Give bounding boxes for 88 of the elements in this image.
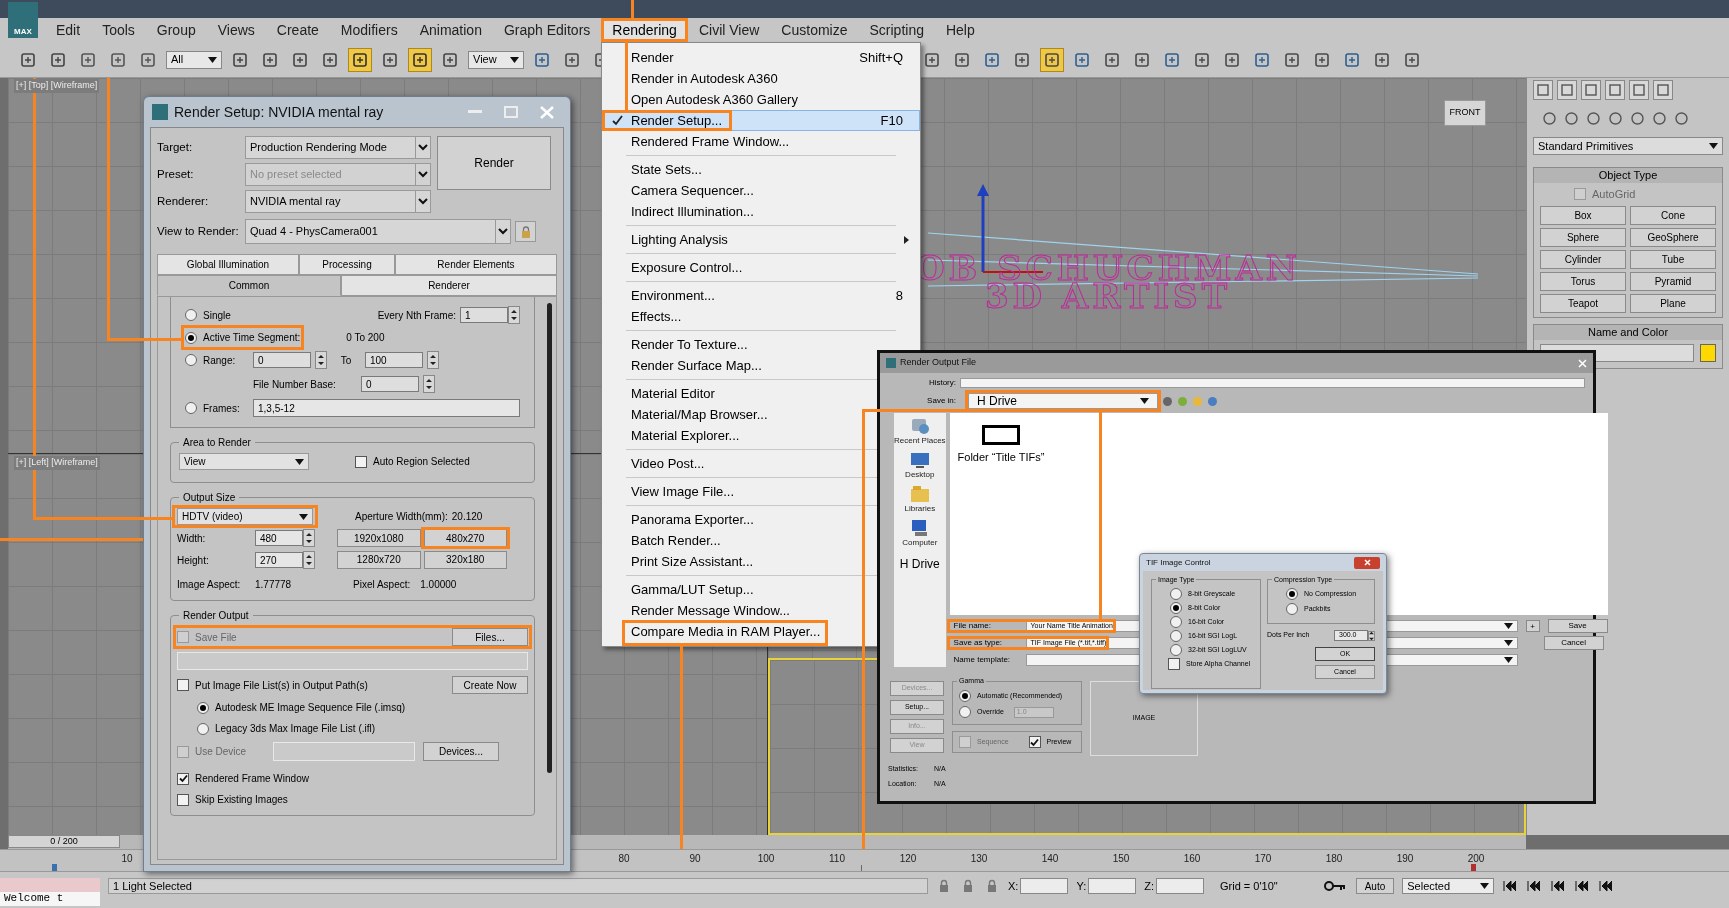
menu-item-label: Render: [631, 51, 674, 64]
value-text: 1.00000: [420, 578, 457, 592]
menu-item-label: Effects...: [631, 310, 682, 323]
menu-item-label: Rendered Frame Window...: [631, 135, 790, 148]
menu-item-label: Gamma/LUT Setup...: [631, 583, 754, 596]
coordinate-label: Y:: [1076, 879, 1087, 894]
checkbox-label: Save File: [195, 630, 237, 645]
coordinate-label: Z:: [1144, 879, 1154, 894]
ruler-label: 190: [1395, 852, 1415, 866]
menu-item-label: Material/Map Browser...: [631, 408, 768, 421]
place-label: Recent Places: [894, 435, 946, 447]
radio-label: Legacy 3ds Max Image File List (.ifl): [215, 722, 376, 736]
window-title: TIF Image Control: [1146, 556, 1212, 569]
ruler-label: 100: [756, 852, 776, 866]
menu-item-label: State Sets...: [631, 163, 702, 176]
value-text: 20.120: [451, 510, 483, 524]
menu-item-label: Render To Texture...: [631, 338, 748, 351]
ruler-label: 120: [898, 852, 918, 866]
radio-label: Frames:: [203, 401, 240, 416]
ruler-label: 180: [1324, 852, 1344, 866]
ruler-label: 80: [617, 852, 631, 866]
field-label: Save as type:: [952, 637, 1004, 649]
ruler-label: 90: [688, 852, 702, 866]
menu-item-label: Exposure Control...: [631, 261, 743, 274]
menu-item-label: View Image File...: [631, 485, 735, 498]
menu-item-label: Compare Media in RAM Player...: [631, 625, 821, 638]
value-text: 1.77778: [255, 578, 293, 592]
place-label: Libraries: [904, 503, 936, 515]
shortcut-text: Shift+Q: [859, 48, 903, 67]
ruler-label: 140: [1040, 852, 1060, 866]
checkbox-label: Put Image File List(s) in Output Path(s): [195, 678, 368, 693]
field-label: Preset:: [157, 166, 195, 182]
ruler-label: 150: [1111, 852, 1131, 866]
ruler-label: 130: [969, 852, 989, 866]
place-label: Desktop: [905, 469, 935, 481]
checkbox-label: Rendered Frame Window: [195, 772, 309, 786]
checkbox-label: Skip Existing Images: [195, 793, 288, 807]
shortcut-text: F10: [880, 111, 903, 130]
menu-item-label: Render Setup...: [631, 114, 723, 127]
menu-item-label: Panorama Exporter...: [631, 513, 754, 526]
checkbox-label: AutoGrid: [1592, 187, 1636, 202]
field-label: View to Render:: [157, 223, 240, 239]
group-title: Output Size: [179, 490, 240, 506]
checkbox-label: Auto Region Selected: [373, 455, 470, 469]
field-label: Width:: [177, 531, 207, 546]
window-title: Render Output File: [900, 356, 978, 370]
field-label: Save in:: [926, 395, 956, 407]
grid-size-text: Grid = 0'10": [1219, 879, 1279, 894]
menu-item-label: Render in Autodesk A360: [631, 72, 778, 85]
field-label: Target:: [157, 139, 194, 155]
field-label: File Number Base:: [253, 377, 337, 392]
radio-label: Single: [203, 308, 231, 323]
menu-item-label: Lighting Analysis: [631, 233, 728, 246]
field-label: Image Aspect:: [177, 578, 242, 592]
field-label: File name:: [952, 620, 992, 632]
time-range-text: 0 To 200: [346, 331, 385, 345]
menu-item-label: Camera Sequencer...: [631, 184, 754, 197]
ruler-label: 170: [1253, 852, 1273, 866]
menu-item-label: Environment...: [631, 289, 715, 302]
menu-item-label: Indirect Illumination...: [631, 205, 754, 218]
coordinate-label: X:: [1008, 879, 1019, 894]
radio-label: Autodesk ME Image Sequence File (.imsq): [215, 701, 406, 715]
ruler-label: 160: [1182, 852, 1202, 866]
shortcut-text: 8: [895, 286, 903, 305]
field-label: To: [339, 353, 353, 368]
ruler-label: 110: [828, 852, 846, 866]
ruler-label: 200: [1466, 852, 1486, 866]
checkbox-label: Use Device: [195, 745, 247, 759]
scene-text: 3D ARTIST: [984, 282, 1231, 310]
field-label: Aperture Width(mm):: [355, 510, 448, 524]
window-title: Render Setup: NVIDIA mental ray: [174, 102, 385, 122]
radio-label: Active Time Segment:: [203, 331, 301, 345]
status-text: 1 Light Selected: [108, 878, 928, 894]
menu-item-label: Render Message Window...: [631, 604, 790, 617]
place-label: Computer: [902, 537, 938, 549]
folder-label: Folder “Title TIFs”: [957, 450, 1045, 465]
radio-label: Range:: [203, 353, 236, 368]
ruler-label: 10: [120, 852, 134, 866]
menu-item-label: Material Editor: [631, 387, 715, 400]
field-label: Pixel Aspect:: [353, 578, 411, 592]
field-label: Renderer:: [157, 193, 210, 209]
field-label: Every Nth Frame:: [377, 308, 456, 323]
group-title: Render Output: [179, 608, 253, 624]
menu-item-label: Open Autodesk A360 Gallery: [631, 93, 798, 106]
field-label: Height:: [177, 553, 210, 568]
field-label: Name template:: [952, 654, 1012, 666]
field-label: History:: [927, 377, 956, 389]
menu-item-label: Video Post...: [631, 457, 705, 470]
